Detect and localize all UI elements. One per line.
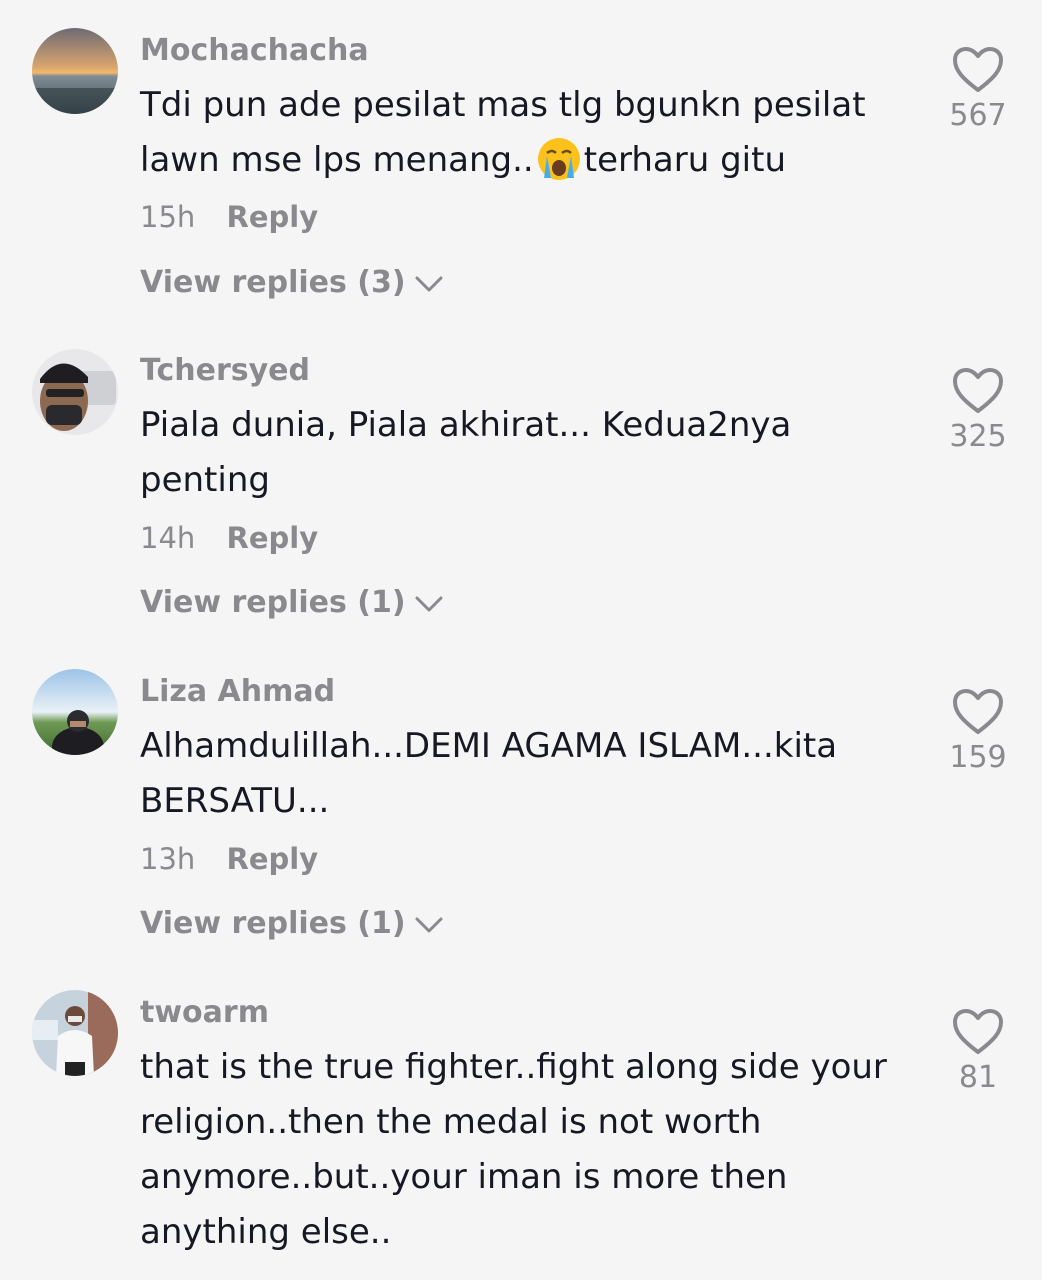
chevron-down-icon bbox=[415, 917, 443, 932]
view-replies-button[interactable]: View replies (1) bbox=[140, 906, 444, 941]
like-count: 81 bbox=[958, 1060, 998, 1095]
heart-outline-icon bbox=[953, 1009, 1003, 1054]
like-button[interactable]: 567 bbox=[938, 46, 1018, 133]
avatar[interactable] bbox=[32, 28, 118, 114]
like-count: 567 bbox=[949, 98, 1007, 133]
like-button[interactable]: 159 bbox=[938, 688, 1018, 775]
reply-button[interactable]: Reply bbox=[227, 842, 319, 876]
comment-time: 15h bbox=[140, 200, 196, 234]
comment-meta: 15h Reply bbox=[140, 200, 318, 234]
heart-outline-icon bbox=[953, 368, 1003, 413]
comment-text: Tdi pun ade pesilat mas tlg bgunkn pesil… bbox=[140, 78, 920, 188]
loudly-crying-face-emoji bbox=[537, 137, 580, 180]
view-replies-label: View replies (3) bbox=[140, 265, 406, 300]
heart-outline-icon bbox=[953, 47, 1003, 92]
comment-text: that is the true fighter..fight along si… bbox=[140, 1047, 887, 1252]
view-replies-label: View replies (1) bbox=[140, 906, 406, 941]
heart-outline-icon bbox=[953, 689, 1003, 734]
comment-text: Piala dunia, Piala akhirat... Kedua2nya … bbox=[140, 405, 792, 500]
comment-time: 14h bbox=[140, 521, 196, 555]
avatar[interactable] bbox=[32, 349, 118, 435]
avatar[interactable] bbox=[32, 669, 118, 755]
reply-button[interactable]: Reply bbox=[227, 200, 319, 234]
avatar[interactable] bbox=[32, 990, 118, 1076]
comment-meta: 13h Reply bbox=[140, 842, 318, 876]
comment-username[interactable]: Mochachacha bbox=[140, 33, 369, 68]
chevron-down-icon bbox=[415, 596, 443, 611]
comment-username[interactable]: twoarm bbox=[140, 995, 269, 1030]
like-button[interactable]: 325 bbox=[938, 367, 1018, 454]
comment-username[interactable]: Tchersyed bbox=[140, 353, 310, 388]
reply-button[interactable]: Reply bbox=[227, 521, 319, 555]
view-replies-label: View replies (1) bbox=[140, 585, 406, 620]
comment-text: Alhamdulillah...DEMI AGAMA ISLAM...kita … bbox=[140, 726, 838, 821]
comment-text-part: terharu gitu bbox=[583, 140, 786, 180]
comment-username[interactable]: Liza Ahmad bbox=[140, 674, 335, 709]
like-count: 159 bbox=[949, 740, 1007, 775]
view-replies-button[interactable]: View replies (1) bbox=[140, 585, 444, 620]
like-button[interactable]: 81 bbox=[938, 1008, 1018, 1095]
comment-time: 13h bbox=[140, 842, 196, 876]
chevron-down-icon bbox=[415, 276, 443, 291]
view-replies-button[interactable]: View replies (3) bbox=[140, 265, 444, 300]
like-count: 325 bbox=[949, 419, 1007, 454]
comment-meta: 14h Reply bbox=[140, 521, 318, 555]
